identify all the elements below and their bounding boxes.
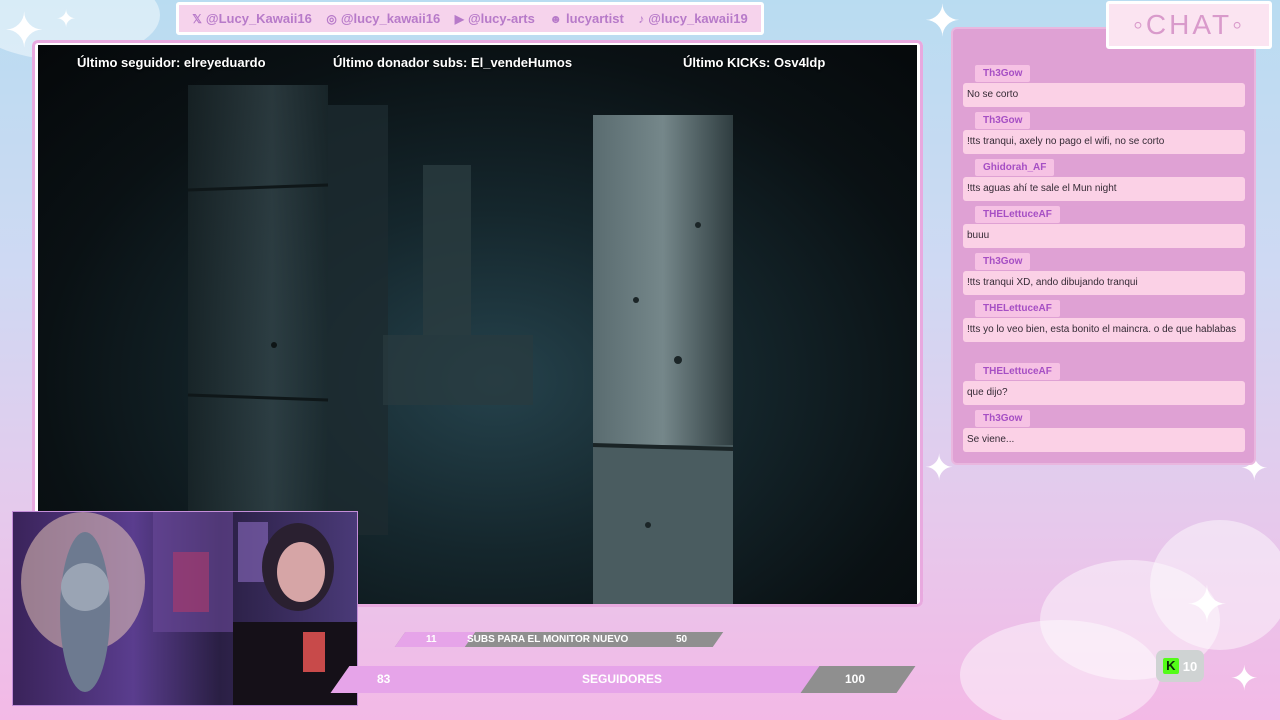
social-links-bar: 𝕏 @Lucy_Kawaii16 ◎ @lucy_kawaii16 ▶ @luc… [176, 2, 764, 35]
chat-text: buuu [963, 224, 1245, 248]
sparkle-icon: ✦ [924, 447, 955, 488]
chat-title: ◦CHAT◦ [1106, 1, 1272, 49]
chat-username: Th3Gow [975, 410, 1031, 427]
chat-message: THELettuceAF que dijo? [963, 361, 1245, 405]
subs-goal-label: SUBS PARA EL MONITOR NUEVO [467, 634, 629, 645]
chat-message: THELettuceAF !tts yo lo veo bien, esta b… [963, 298, 1245, 342]
last-follower-label: Último seguidor: elreyeduardo [77, 55, 266, 70]
subs-target: 50 [676, 634, 688, 645]
chat-message: Th3Gow !tts tranqui, axely no pago el wi… [963, 110, 1245, 154]
chat-username: Th3Gow [975, 253, 1031, 270]
webcam-feed [12, 511, 358, 706]
cloud-decoration [960, 620, 1160, 720]
chat-username: Th3Gow [975, 65, 1031, 82]
viewer-count-badge: K 10 [1156, 650, 1204, 682]
discord-icon: ☻ [549, 11, 562, 26]
social-handle: @Lucy_Kawaii16 [205, 11, 312, 26]
sparkle-icon: ✦ [56, 6, 77, 33]
chat-text: Se viene... [963, 428, 1245, 452]
sparkle-icon: ✦ [1186, 577, 1228, 633]
social-discord[interactable]: ☻ lucyartist [549, 11, 623, 26]
chat-text: !tts aguas ahí te sale el Mun night [963, 177, 1245, 201]
followers-goal-text: 83 SEGUIDORES 100 [340, 666, 906, 693]
social-instagram[interactable]: ◎ @lucy_kawaii16 [326, 11, 440, 26]
chat-text: !tts yo lo veo bien, esta bonito el main… [963, 318, 1245, 342]
chat-message: Th3Gow Se viene... [963, 408, 1245, 452]
social-handle: @lucy_kawaii16 [340, 11, 441, 26]
chat-username: THELettuceAF [975, 206, 1060, 223]
social-youtube[interactable]: ▶ @lucy-arts [455, 11, 535, 26]
last-kicks-label: Último KICKs: Osv4ldp [683, 55, 826, 70]
chat-message: Ghidorah_AF !tts aguas ahí te sale el Mu… [963, 157, 1245, 201]
followers-target: 100 [845, 672, 866, 686]
chat-text: !tts tranqui, axely no pago el wifi, no … [963, 130, 1245, 154]
chat-message: Th3Gow No se corto [963, 63, 1245, 107]
last-donor-label: Último donador subs: El_vendeHumos [333, 55, 573, 70]
chat-username: Th3Gow [975, 112, 1031, 129]
social-handle: @lucy_kawaii19 [648, 11, 748, 26]
chat-username: THELettuceAF [975, 363, 1060, 380]
subs-current: 11 [426, 634, 437, 645]
chat-text: !tts tranqui XD, ando dibujando tranqui [963, 271, 1245, 295]
subs-goal-text: 11 SUBS PARA EL MONITOR NUEVO 50 [400, 632, 718, 647]
chat-username: Ghidorah_AF [975, 159, 1055, 176]
kick-logo-icon: K [1162, 658, 1179, 674]
chat-text: que dijo? [963, 381, 1245, 405]
social-handle: @lucy-arts [467, 11, 535, 26]
followers-current: 83 [377, 672, 391, 686]
chat-message: THELettuceAF buuu [963, 204, 1245, 248]
chat-message: Th3Gow !tts tranqui XD, ando dibujando t… [963, 251, 1245, 295]
chat-username: THELettuceAF [975, 300, 1060, 317]
followers-goal-label: SEGUIDORES [582, 672, 663, 686]
social-handle: lucyartist [565, 11, 624, 26]
x-icon: 𝕏 [192, 11, 202, 26]
chat-text: No se corto [963, 83, 1245, 107]
viewer-count: 10 [1182, 658, 1198, 674]
tiktok-icon: ♪ [638, 11, 645, 26]
social-x[interactable]: 𝕏 @Lucy_Kawaii16 [192, 11, 312, 26]
sparkle-icon: ✦ [1230, 660, 1259, 698]
social-tiktok[interactable]: ♪ @lucy_kawaii19 [638, 11, 747, 26]
youtube-icon: ▶ [454, 11, 464, 26]
webcam-scene [21, 512, 357, 705]
instagram-icon: ◎ [326, 11, 337, 26]
